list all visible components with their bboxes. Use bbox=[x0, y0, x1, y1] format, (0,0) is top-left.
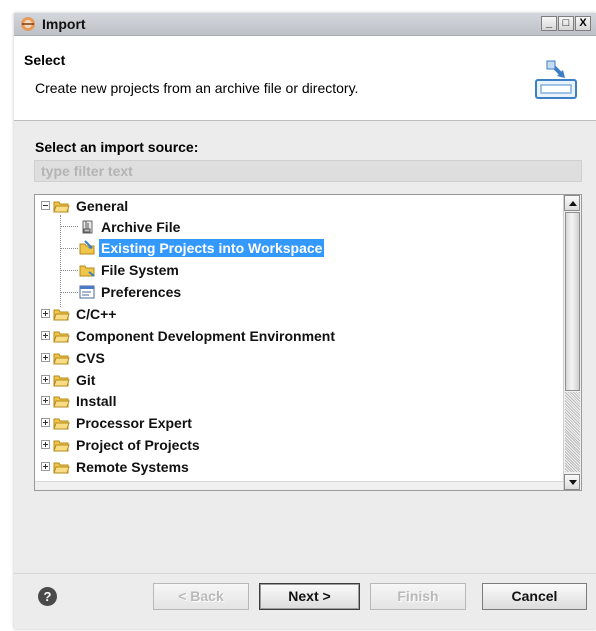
tree-item-existing-projects[interactable]: Existing Projects into Workspace bbox=[79, 237, 325, 258]
tree-item-label: Preferences bbox=[101, 283, 182, 300]
expand-icon[interactable] bbox=[41, 440, 50, 449]
cancel-button[interactable]: Cancel bbox=[482, 583, 587, 610]
tree-item-label: General bbox=[76, 197, 129, 214]
tree-item-cvs[interactable]: CVS bbox=[41, 347, 107, 368]
next-button[interactable]: Next > bbox=[259, 583, 360, 610]
tree-item-label: Remote Systems bbox=[76, 458, 189, 475]
back-button[interactable]: < Back bbox=[153, 583, 249, 610]
tree-item-project-of-projects[interactable]: Project of Projects bbox=[41, 434, 202, 455]
tree-item-label: Component Development Environment bbox=[76, 327, 336, 344]
tree-item-label: C/C++ bbox=[76, 305, 117, 322]
tree-item-install[interactable]: Install bbox=[41, 390, 118, 411]
help-icon[interactable]: ? bbox=[38, 587, 57, 606]
minimize-button[interactable]: _ bbox=[541, 16, 557, 31]
expand-icon[interactable] bbox=[41, 462, 50, 471]
tree-connector bbox=[60, 215, 61, 307]
maximize-button[interactable]: □ bbox=[558, 16, 574, 31]
import-source-label: Select an import source: bbox=[35, 139, 199, 155]
arrow-down-icon bbox=[569, 480, 577, 485]
filter-input[interactable] bbox=[34, 160, 582, 182]
tree-item-label: CVS bbox=[76, 349, 105, 366]
folder-icon bbox=[53, 462, 70, 473]
vertical-scrollbar[interactable] bbox=[563, 195, 581, 490]
tree-connector bbox=[60, 226, 78, 227]
tree-connector bbox=[60, 292, 78, 293]
page-description: Create new projects from an archive file… bbox=[35, 80, 359, 96]
page-title: Select bbox=[24, 52, 66, 68]
folder-icon bbox=[53, 353, 70, 364]
eclipse-app-icon bbox=[21, 17, 35, 31]
tree-connector bbox=[60, 270, 78, 271]
archive-file-icon bbox=[82, 220, 93, 233]
expand-icon[interactable] bbox=[41, 353, 50, 362]
window-title: Import bbox=[42, 16, 86, 32]
tree-item-git[interactable]: Git bbox=[41, 369, 97, 390]
folder-icon bbox=[53, 309, 70, 320]
folder-icon bbox=[53, 418, 70, 429]
import-wizard-icon bbox=[535, 60, 577, 99]
tree-item-general[interactable]: General bbox=[41, 195, 130, 216]
horizontal-scrollbar[interactable] bbox=[35, 481, 565, 490]
title-bar[interactable]: Import _ □ X bbox=[14, 13, 596, 36]
scroll-down-button[interactable] bbox=[564, 474, 580, 490]
tree-item-label: Archive File bbox=[101, 218, 181, 235]
preferences-icon bbox=[79, 285, 95, 298]
arrow-up-icon bbox=[569, 201, 577, 206]
tree-item-label: Git bbox=[76, 371, 96, 388]
expand-icon[interactable] bbox=[41, 418, 50, 427]
folder-icon bbox=[79, 265, 95, 277]
tree-item-label: Project of Projects bbox=[76, 436, 200, 453]
tree-item-processor-expert[interactable]: Processor Expert bbox=[41, 412, 194, 433]
close-button[interactable]: X bbox=[575, 16, 591, 31]
tree-item-archive-file[interactable]: Archive File bbox=[79, 216, 182, 237]
scrollbar-thumb[interactable] bbox=[565, 212, 580, 391]
tree-item-label-selected: Existing Projects into Workspace bbox=[99, 238, 325, 257]
existing-projects-icon bbox=[79, 239, 95, 254]
tree-item-label: Processor Expert bbox=[76, 414, 192, 431]
folder-icon bbox=[53, 440, 70, 451]
tree-item-preferences[interactable]: Preferences bbox=[79, 281, 183, 302]
expand-icon[interactable] bbox=[41, 309, 50, 318]
collapse-icon[interactable] bbox=[41, 201, 50, 210]
folder-icon bbox=[53, 331, 70, 342]
tree-item-component-dev-env[interactable]: Component Development Environment bbox=[41, 325, 337, 346]
wizard-header: Select Create new projects from an archi… bbox=[14, 36, 596, 121]
expand-icon[interactable] bbox=[41, 375, 50, 384]
tree-item-file-system[interactable]: File System bbox=[79, 259, 181, 280]
button-bar-divider bbox=[14, 573, 596, 574]
folder-icon bbox=[53, 375, 70, 386]
tree-item-label: Install bbox=[76, 392, 117, 409]
scrollbar-track[interactable] bbox=[565, 392, 580, 472]
expand-icon[interactable] bbox=[41, 331, 50, 340]
tree-item-label: File System bbox=[101, 261, 179, 278]
scroll-up-button[interactable] bbox=[564, 195, 580, 211]
expand-icon[interactable] bbox=[41, 396, 50, 405]
tree-item-c-cpp[interactable]: C/C++ bbox=[41, 303, 118, 324]
import-source-tree[interactable]: General Archive File Existing Projects i… bbox=[34, 194, 582, 491]
folder-open-icon bbox=[53, 201, 70, 212]
tree-item-remote-systems[interactable]: Remote Systems bbox=[41, 456, 191, 477]
finish-button[interactable]: Finish bbox=[370, 583, 466, 610]
folder-icon bbox=[53, 396, 70, 407]
tree-connector bbox=[60, 248, 78, 249]
import-dialog: Import _ □ X Select Create new projects … bbox=[14, 13, 596, 629]
